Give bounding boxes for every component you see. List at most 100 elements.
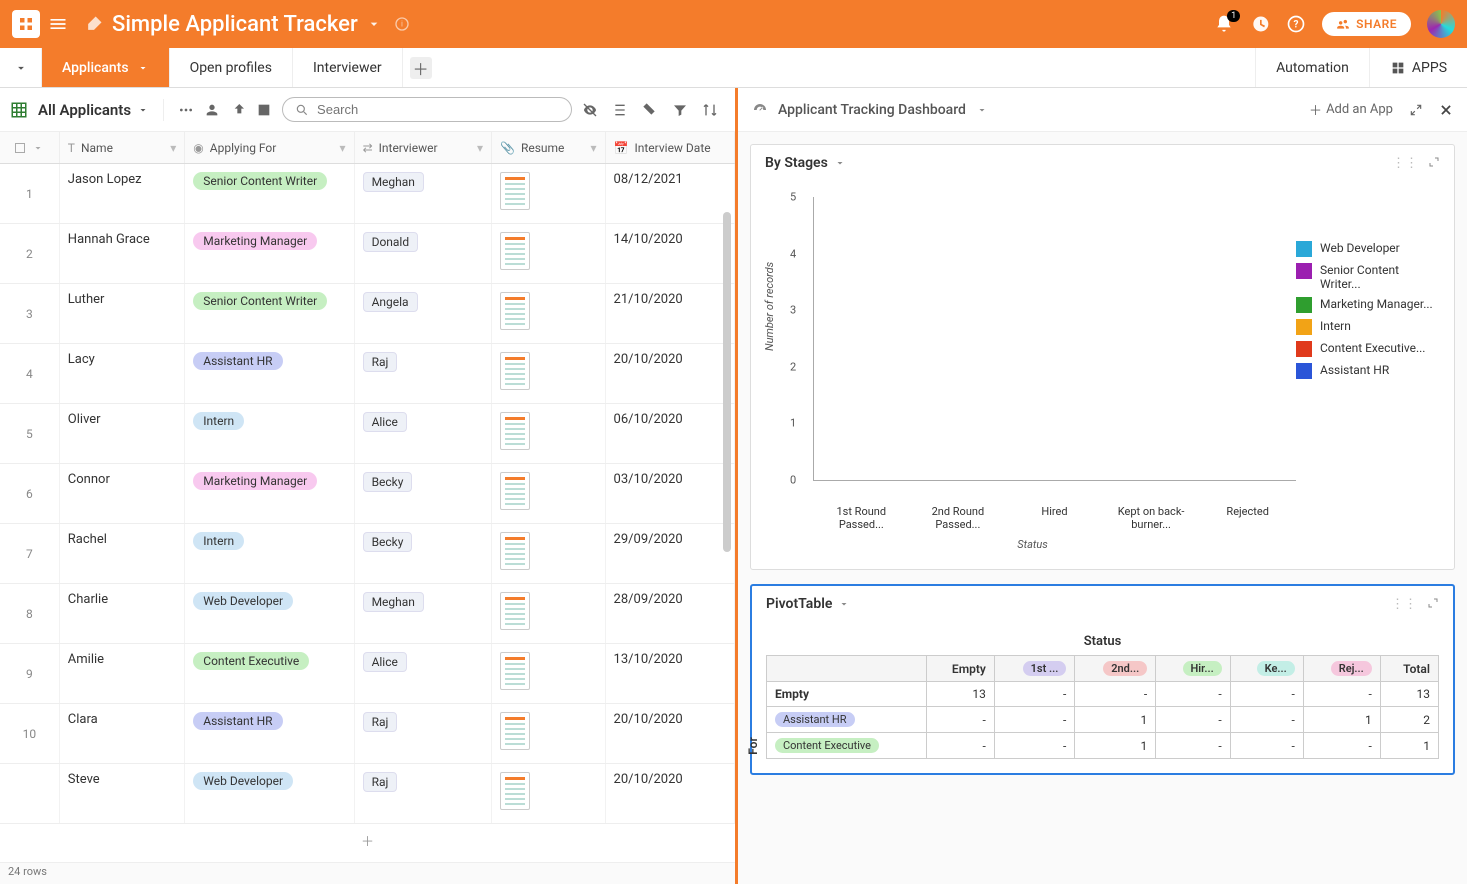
menu-icon[interactable] xyxy=(48,14,68,34)
cell-applying-for[interactable]: Senior Content Writer xyxy=(185,284,354,343)
cell-resume[interactable] xyxy=(492,404,606,463)
cell-date[interactable]: 20/10/2020 xyxy=(606,344,735,403)
cell-resume[interactable] xyxy=(492,164,606,223)
notifications-button[interactable]: 1 xyxy=(1214,14,1234,34)
search-input[interactable] xyxy=(317,102,559,117)
add-app-button[interactable]: ＋ Add an App xyxy=(1309,100,1393,119)
cell-date[interactable]: 29/09/2020 xyxy=(606,524,735,583)
attachment-thumbnail[interactable] xyxy=(500,172,530,210)
attachment-thumbnail[interactable] xyxy=(500,292,530,330)
view-switcher[interactable]: All Applicants xyxy=(38,101,149,119)
expand-icon[interactable] xyxy=(1427,597,1439,612)
cell-date[interactable]: 08/12/2021 xyxy=(606,164,735,223)
cell-name[interactable]: Rachel xyxy=(60,524,185,583)
cell-date[interactable]: 14/10/2020 xyxy=(606,224,735,283)
tab-open-profiles[interactable]: Open profiles xyxy=(170,48,293,87)
design-icon[interactable] xyxy=(84,14,104,34)
select-all-column[interactable] xyxy=(0,132,60,163)
cell-applying-for[interactable]: Web Developer xyxy=(185,764,354,823)
cell-interviewer[interactable]: Donald xyxy=(355,224,492,283)
cell-resume[interactable] xyxy=(492,704,606,763)
legend-item[interactable]: Content Executive... xyxy=(1296,341,1436,357)
attachment-thumbnail[interactable] xyxy=(500,592,530,630)
cell-name[interactable]: Lacy xyxy=(60,344,185,403)
cell-date[interactable]: 21/10/2020 xyxy=(606,284,735,343)
cell-date[interactable]: 28/09/2020 xyxy=(606,584,735,643)
column-interviewer[interactable]: ⇄Interviewer▾ xyxy=(355,132,492,163)
table-row[interactable]: 2Hannah GraceMarketing ManagerDonald14/1… xyxy=(0,224,735,284)
cell-resume[interactable] xyxy=(492,224,606,283)
cell-date[interactable]: 20/10/2020 xyxy=(606,764,735,823)
cell-resume[interactable] xyxy=(492,644,606,703)
table-row[interactable]: SteveWeb DeveloperRaj20/10/2020 xyxy=(0,764,735,824)
dashboard-title[interactable]: Applicant Tracking Dashboard xyxy=(778,102,966,118)
cell-resume[interactable] xyxy=(492,284,606,343)
cell-name[interactable]: Clara xyxy=(60,704,185,763)
attachment-thumbnail[interactable] xyxy=(500,712,530,750)
add-row-button[interactable]: ＋ xyxy=(0,824,735,856)
tab-applicants[interactable]: Applicants xyxy=(42,48,170,87)
attachment-thumbnail[interactable] xyxy=(500,352,530,390)
attachment-thumbnail[interactable] xyxy=(500,412,530,450)
column-interview-date[interactable]: 📅Interview Date xyxy=(606,132,735,163)
cell-date[interactable]: 13/10/2020 xyxy=(606,644,735,703)
legend-item[interactable]: Assistant HR xyxy=(1296,363,1436,379)
table-row[interactable]: 5OliverInternAlice06/10/2020 xyxy=(0,404,735,464)
cell-resume[interactable] xyxy=(492,764,606,823)
people-icon[interactable] xyxy=(204,102,220,118)
cell-name[interactable]: Jason Lopez xyxy=(60,164,185,223)
attachment-thumbnail[interactable] xyxy=(500,772,530,810)
cell-applying-for[interactable]: Assistant HR xyxy=(185,344,354,403)
attachment-thumbnail[interactable] xyxy=(500,652,530,690)
cell-date[interactable]: 03/10/2020 xyxy=(606,464,735,523)
add-table-button[interactable]: ＋ xyxy=(403,48,439,87)
cell-interviewer[interactable]: Angela xyxy=(355,284,492,343)
sort-icon[interactable] xyxy=(702,102,718,118)
column-name[interactable]: TName▾ xyxy=(60,132,185,163)
expand-dashboard-icon[interactable] xyxy=(1409,103,1423,117)
chevron-down-icon[interactable] xyxy=(976,104,988,116)
expand-icon[interactable] xyxy=(1428,156,1440,171)
cell-interviewer[interactable]: Alice xyxy=(355,644,492,703)
more-options-icon[interactable] xyxy=(178,102,194,118)
attachment-thumbnail[interactable] xyxy=(500,472,530,510)
cell-resume[interactable] xyxy=(492,464,606,523)
workspace-title-wrap[interactable]: Simple Applicant Tracker i xyxy=(112,12,410,37)
cell-interviewer[interactable]: Alice xyxy=(355,404,492,463)
apps-button[interactable]: APPS xyxy=(1369,48,1467,87)
hide-fields-icon[interactable] xyxy=(582,102,598,118)
cell-name[interactable]: Amilie xyxy=(60,644,185,703)
cell-interviewer[interactable]: Meghan xyxy=(355,584,492,643)
cell-name[interactable]: Hannah Grace xyxy=(60,224,185,283)
cell-date[interactable]: 06/10/2020 xyxy=(606,404,735,463)
paint-icon[interactable] xyxy=(642,102,658,118)
cell-resume[interactable] xyxy=(492,524,606,583)
legend-item[interactable]: Web Developer xyxy=(1296,241,1436,257)
table-row[interactable]: 6ConnorMarketing ManagerBecky03/10/2020 xyxy=(0,464,735,524)
drag-handle-icon[interactable]: ⋮⋮ xyxy=(1391,597,1417,612)
info-icon[interactable]: i xyxy=(394,16,410,32)
color-icon[interactable] xyxy=(256,102,272,118)
cell-interviewer[interactable]: Raj xyxy=(355,704,492,763)
automation-button[interactable]: Automation xyxy=(1255,48,1369,87)
row-height-icon[interactable] xyxy=(612,102,628,118)
cell-name[interactable]: Charlie xyxy=(60,584,185,643)
legend-item[interactable]: Marketing Manager... xyxy=(1296,297,1436,313)
history-icon[interactable] xyxy=(1250,14,1270,34)
cell-name[interactable]: Steve xyxy=(60,764,185,823)
cell-interviewer[interactable]: Meghan xyxy=(355,164,492,223)
tab-interviewer[interactable]: Interviewer xyxy=(293,48,403,87)
cell-applying-for[interactable]: Assistant HR xyxy=(185,704,354,763)
table-row[interactable]: 4LacyAssistant HRRaj20/10/2020 xyxy=(0,344,735,404)
column-resume[interactable]: 📎Resume▾ xyxy=(492,132,606,163)
cell-applying-for[interactable]: Intern xyxy=(185,404,354,463)
table-row[interactable]: 1Jason LopezSenior Content WriterMeghan0… xyxy=(0,164,735,224)
chevron-down-icon[interactable] xyxy=(366,16,382,32)
close-dashboard-icon[interactable] xyxy=(1439,103,1453,117)
cell-applying-for[interactable]: Senior Content Writer xyxy=(185,164,354,223)
table-row[interactable]: 7RachelInternBecky29/09/2020 xyxy=(0,524,735,584)
share-button[interactable]: SHARE xyxy=(1322,12,1411,36)
user-avatar[interactable] xyxy=(1427,10,1455,38)
cell-name[interactable]: Connor xyxy=(60,464,185,523)
app-logo[interactable] xyxy=(12,10,40,38)
